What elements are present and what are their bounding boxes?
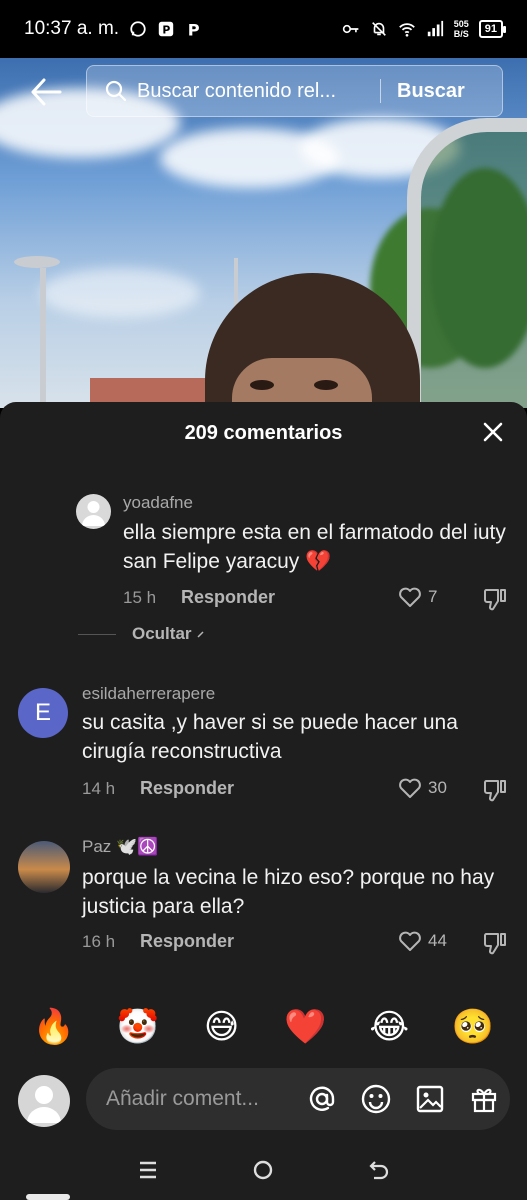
emoji-quick-bar: 🔥 🤡 😅 ❤️ 😂 🥺 — [0, 1000, 527, 1054]
like-button[interactable]: 44 — [398, 930, 447, 952]
signal-icon — [427, 20, 443, 37]
heart-icon — [399, 587, 421, 607]
parking-icon: P — [158, 21, 174, 37]
reply-button[interactable]: Responder — [140, 931, 234, 952]
search-bar[interactable]: Buscar contenido rel... Buscar — [86, 65, 503, 117]
mention-icon[interactable] — [304, 1081, 340, 1117]
status-bar: 10:37 a. m. P P 505 B/S 91 — [0, 0, 527, 58]
home-icon[interactable] — [248, 1155, 278, 1185]
key-icon — [342, 24, 359, 34]
divider-line — [78, 633, 116, 635]
image-icon[interactable] — [412, 1081, 448, 1117]
p-app-icon: P — [188, 20, 200, 38]
avatar-letter: E — [34, 699, 51, 726]
heart-icon — [399, 778, 421, 798]
emoji-fire-button[interactable]: 🔥 — [29, 1007, 79, 1047]
svg-text:P: P — [188, 20, 200, 38]
like-count: 7 — [428, 587, 438, 606]
arrow-left-icon — [31, 78, 62, 106]
comment-text: su casita ,y haver si se puede hacer una… — [82, 711, 458, 763]
avatar[interactable] — [18, 841, 70, 893]
system-nav-bar — [0, 1140, 527, 1200]
emoji-picker-icon[interactable] — [358, 1081, 394, 1117]
emoji-joy-button[interactable]: 😂 — [364, 1007, 414, 1047]
mute-icon — [371, 22, 386, 36]
svg-text:P: P — [162, 24, 170, 37]
hide-replies-label: Ocultar — [132, 624, 192, 643]
heart-icon — [399, 931, 421, 951]
my-avatar[interactable] — [18, 1075, 70, 1127]
chevron-up-icon — [197, 631, 204, 638]
comment-input-row: Añadir coment... — [0, 1068, 527, 1134]
dislike-icon[interactable] — [482, 930, 508, 956]
hide-replies-button[interactable]: Ocultar — [78, 624, 206, 644]
whatsapp-icon — [130, 21, 146, 37]
net-speed-value: 505 — [453, 19, 469, 29]
search-button[interactable]: Buscar — [397, 80, 465, 103]
comment-username[interactable]: yoadafne — [123, 493, 193, 513]
default-avatar-icon — [27, 1086, 61, 1123]
dislike-icon[interactable] — [482, 586, 508, 612]
emoji-clown-button[interactable]: 🤡 — [113, 1007, 163, 1047]
search-input[interactable]: Buscar contenido rel... — [137, 80, 372, 103]
avatar[interactable] — [76, 494, 111, 529]
wifi-icon — [398, 23, 415, 37]
avatar[interactable]: E — [18, 688, 68, 738]
dislike-icon[interactable] — [482, 777, 508, 803]
net-speed: 505 B/S — [454, 19, 469, 39]
like-count: 30 — [428, 778, 447, 797]
back-button[interactable] — [24, 74, 68, 110]
emoji-heart-button[interactable]: ❤️ — [280, 1007, 330, 1047]
comment-field[interactable]: Añadir coment... — [86, 1068, 510, 1130]
like-button[interactable]: 30 — [398, 777, 447, 799]
emoji-pleading-button[interactable]: 🥺 — [448, 1007, 498, 1047]
back-nav-icon[interactable] — [364, 1155, 394, 1185]
comment-username[interactable]: esildaherrerapere — [82, 684, 215, 704]
search-divider — [380, 79, 381, 103]
close-icon[interactable] — [481, 420, 505, 444]
comment-time: 14 h — [82, 779, 116, 798]
recent-apps-icon[interactable] — [133, 1155, 163, 1185]
comment-time: 15 h — [123, 588, 157, 607]
home-indicator — [26, 1194, 70, 1200]
comment-text: porque la vecina le hizo eso? porque no … — [82, 866, 495, 918]
like-count: 44 — [428, 931, 447, 950]
battery-icon: 91 — [478, 20, 507, 38]
net-speed-unit: B/S — [453, 29, 469, 39]
comment-input-placeholder[interactable]: Añadir coment... — [106, 1087, 284, 1111]
like-button[interactable]: 7 — [398, 586, 437, 608]
comment-username[interactable]: Paz 🕊️☮️ — [82, 837, 158, 857]
status-left: 10:37 a. m. P P — [24, 18, 203, 40]
gift-icon[interactable] — [466, 1081, 502, 1117]
comments-count-title: 209 comentarios — [184, 422, 343, 444]
reply-button[interactable]: Responder — [181, 587, 275, 608]
comment-time: 16 h — [82, 932, 116, 951]
status-right: 505 B/S 91 — [342, 19, 507, 39]
reply-button[interactable]: Responder — [140, 778, 234, 799]
search-icon — [105, 80, 127, 102]
default-avatar-icon — [82, 501, 105, 526]
emoji-sweat-smile-button[interactable]: 😅 — [197, 1007, 247, 1047]
status-time: 10:37 a. m. — [24, 18, 120, 39]
comment-text: ella siempre esta en el farmatodo del iu… — [123, 521, 506, 573]
